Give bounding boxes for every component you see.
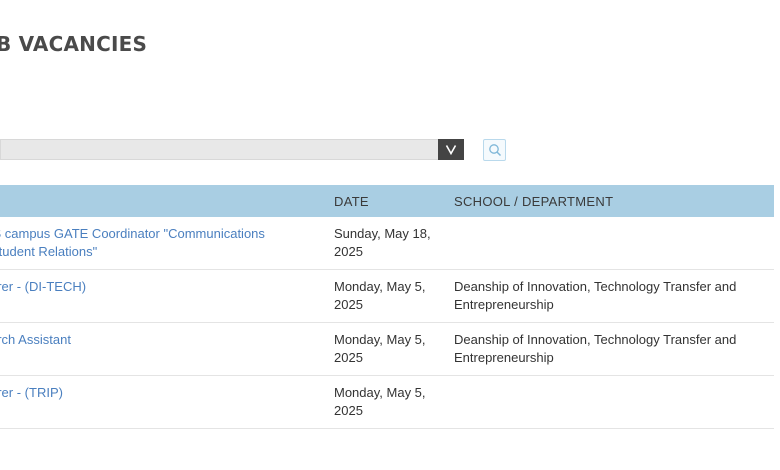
- vacancy-title-link[interactable]: arch Assistant: [0, 331, 310, 349]
- vacancy-date: Monday, May 5, 2025: [334, 332, 426, 365]
- column-header-date[interactable]: DATE: [334, 194, 369, 209]
- search-icon: [488, 144, 501, 157]
- vacancy-title-link[interactable]: 'S campus GATE Coordinator "Communicatio…: [0, 225, 310, 261]
- vacancies-table: E DATE SCHOOL / DEPARTMENT 'S campus GAT…: [0, 185, 774, 429]
- vacancy-date: Sunday, May 18, 2025: [334, 226, 431, 259]
- vacancy-title-link[interactable]: urer - (DI-TECH): [0, 278, 310, 296]
- table-header: E DATE SCHOOL / DEPARTMENT: [0, 185, 774, 217]
- table-row: urer - (TRIP) Monday, May 5, 2025: [0, 376, 774, 429]
- table-row: 'S campus GATE Coordinator "Communicatio…: [0, 217, 774, 270]
- vacancy-date: Monday, May 5, 2025: [334, 385, 426, 418]
- vacancy-title-link[interactable]: urer - (TRIP): [0, 384, 310, 402]
- table-row: urer - (DI-TECH) Monday, May 5, 2025 Dea…: [0, 270, 774, 323]
- table-row: arch Assistant Monday, May 5, 2025 Deans…: [0, 323, 774, 376]
- page: B VACANCIES E DATE SCHOOL / DEPARTMENT '…: [0, 0, 780, 470]
- vacancy-department: Deanship of Innovation, Technology Trans…: [454, 279, 737, 312]
- select-dropdown-button[interactable]: [438, 139, 464, 160]
- vacancy-department: Deanship of Innovation, Technology Trans…: [454, 332, 737, 365]
- vacancy-date: Monday, May 5, 2025: [334, 279, 426, 312]
- page-title: B VACANCIES: [0, 32, 148, 56]
- chevron-down-icon: [445, 145, 457, 155]
- column-header-department[interactable]: SCHOOL / DEPARTMENT: [454, 194, 613, 209]
- department-filter-select[interactable]: [0, 139, 438, 160]
- search-button[interactable]: [483, 139, 506, 161]
